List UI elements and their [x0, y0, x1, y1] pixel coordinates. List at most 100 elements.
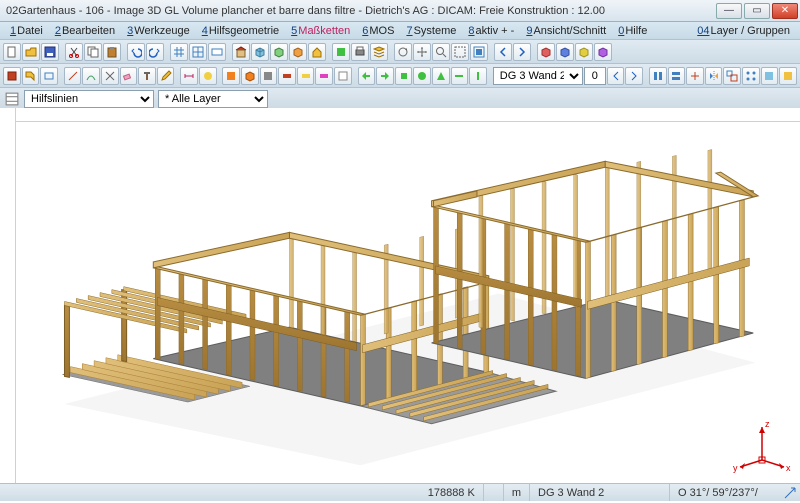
tool2-magenta-icon[interactable] — [315, 67, 333, 85]
tool2-next-icon[interactable] — [625, 67, 643, 85]
tool-print-icon[interactable] — [351, 43, 369, 61]
tool-zoomwin-icon[interactable] — [451, 43, 469, 61]
close-button[interactable]: ✕ — [772, 3, 798, 19]
tool2-last1-icon[interactable] — [761, 67, 779, 85]
menu-ansicht[interactable]: 9Ansicht/Schnitt — [520, 24, 612, 38]
tool-cube-red-icon[interactable] — [537, 43, 555, 61]
tool-view-icon[interactable] — [208, 43, 226, 61]
svg-text:y: y — [733, 463, 738, 473]
tool2-align1-icon[interactable] — [649, 67, 667, 85]
tool-new-icon[interactable] — [3, 43, 21, 61]
tool2-align2-icon[interactable] — [668, 67, 686, 85]
tool2-green2-icon[interactable] — [376, 67, 394, 85]
tool2-eraser-icon[interactable] — [120, 67, 138, 85]
status-memory: 178888 K — [420, 484, 484, 501]
ruler-left — [0, 108, 16, 483]
tool2-scissors-icon[interactable] — [101, 67, 119, 85]
alle-layer-select[interactable]: * Alle Layer — [158, 90, 268, 108]
tool2-orange2-icon[interactable] — [241, 67, 259, 85]
toolbar-row-2: DG 3 Wand 2 — [0, 64, 800, 88]
ruler-top — [16, 108, 800, 122]
tool-zoom-icon[interactable] — [432, 43, 450, 61]
menubar: 1Datei 2Bearbeiten 3Werkzeuge 4Hilfsgeom… — [0, 22, 800, 40]
tool2-green1-icon[interactable] — [358, 67, 376, 85]
tool2-array-icon[interactable] — [742, 67, 760, 85]
tool-paste-icon[interactable] — [103, 43, 121, 61]
menu-bearbeiten[interactable]: 2Bearbeiten — [49, 24, 121, 38]
minimize-button[interactable]: — — [716, 3, 742, 19]
menu-werkzeuge[interactable]: 3Werkzeuge — [121, 24, 196, 38]
svg-text:x: x — [786, 463, 791, 473]
maximize-button[interactable]: ▭ — [744, 3, 770, 19]
tool-cut-icon[interactable] — [65, 43, 83, 61]
tool-cube-orange-icon[interactable] — [289, 43, 307, 61]
tool-arrow-right-icon[interactable] — [513, 43, 531, 61]
tool-grid2-icon[interactable] — [189, 43, 207, 61]
viewport-3d[interactable]: x y z — [0, 108, 800, 483]
tool2-white-icon[interactable] — [334, 67, 352, 85]
tool2-gray1-icon[interactable] — [260, 67, 278, 85]
menu-datei[interactable]: 1Datei — [4, 24, 49, 38]
tool-save-icon[interactable] — [41, 43, 59, 61]
menu-hilfe[interactable]: 0Hilfe — [612, 24, 653, 38]
tool-zoomfit-icon[interactable] — [470, 43, 488, 61]
tool2-move-icon[interactable] — [686, 67, 704, 85]
tool-undo-icon[interactable] — [127, 43, 145, 61]
tool2-green5-icon[interactable] — [432, 67, 450, 85]
tool2-rect-icon[interactable] — [40, 67, 58, 85]
tool-cube-icon[interactable] — [251, 43, 269, 61]
tool2-scale-icon[interactable] — [723, 67, 741, 85]
tool2-green7-icon[interactable] — [469, 67, 487, 85]
tool-open-icon[interactable] — [22, 43, 40, 61]
window-buttons: — ▭ ✕ — [716, 3, 798, 19]
titlebar: 02Gartenhaus - 106 - Image 3D GL Volume … — [0, 0, 800, 22]
menu-massketten[interactable]: 5Maßketten — [285, 24, 356, 38]
tool2-book-icon[interactable] — [3, 67, 21, 85]
tool2-red1-icon[interactable] — [278, 67, 296, 85]
menu-aktiv[interactable]: 8aktiv + - — [462, 24, 520, 38]
tool2-yellow2-icon[interactable] — [297, 67, 315, 85]
tool2-dim-icon[interactable] — [180, 67, 198, 85]
number-input[interactable] — [584, 67, 606, 85]
tool-green1-icon[interactable] — [332, 43, 350, 61]
menu-systeme[interactable]: 7Systeme — [400, 24, 462, 38]
tool-pan-icon[interactable] — [413, 43, 431, 61]
axis-triad: x y z — [732, 415, 792, 475]
tool2-tag-icon[interactable] — [22, 67, 40, 85]
tool2-green6-icon[interactable] — [451, 67, 469, 85]
menu-mos[interactable]: 6MOS — [356, 24, 400, 38]
window-title: 02Gartenhaus - 106 - Image 3D GL Volume … — [6, 5, 716, 17]
tool-redo-icon[interactable] — [146, 43, 164, 61]
tool2-green3-icon[interactable] — [395, 67, 413, 85]
tool-copy-icon[interactable] — [84, 43, 102, 61]
tool2-line-icon[interactable] — [64, 67, 82, 85]
tool-cube-yellow-icon[interactable] — [575, 43, 593, 61]
tool2-mirror-icon[interactable] — [705, 67, 723, 85]
toolbar-row-1 — [0, 40, 800, 64]
tool2-last2-icon[interactable] — [779, 67, 797, 85]
menu-hilfsgeometrie[interactable]: 4Hilfsgeometrie — [196, 24, 285, 38]
tool2-orange1-icon[interactable] — [222, 67, 240, 85]
tool-cube-green-icon[interactable] — [270, 43, 288, 61]
layer-select[interactable]: DG 3 Wand 2 — [493, 67, 583, 85]
tool2-curve-icon[interactable] — [82, 67, 100, 85]
hilfslinien-select[interactable]: Hilfslinien — [24, 90, 154, 108]
dropbar-icon[interactable] — [4, 91, 20, 107]
model-render — [0, 108, 800, 483]
tool2-prev-icon[interactable] — [607, 67, 625, 85]
tool2-pencil-icon[interactable] — [157, 67, 175, 85]
status-unit: m — [504, 484, 530, 501]
tool-layers-icon[interactable] — [370, 43, 388, 61]
tool-cube-blue-icon[interactable] — [556, 43, 574, 61]
tool-home-icon[interactable] — [308, 43, 326, 61]
tool-rotate-icon[interactable] — [394, 43, 412, 61]
tool-grid-icon[interactable] — [170, 43, 188, 61]
tool2-yellow1-icon[interactable] — [199, 67, 217, 85]
menu-layer-gruppen[interactable]: 04Layer / Gruppen — [691, 24, 796, 38]
tool2-green4-icon[interactable] — [413, 67, 431, 85]
status-angles: O 31°/ 59°/237°/ — [670, 484, 780, 501]
tool-arrow-left-icon[interactable] — [494, 43, 512, 61]
tool-building-icon[interactable] — [232, 43, 250, 61]
tool2-hammer-icon[interactable] — [138, 67, 156, 85]
tool-cube-purple-icon[interactable] — [594, 43, 612, 61]
